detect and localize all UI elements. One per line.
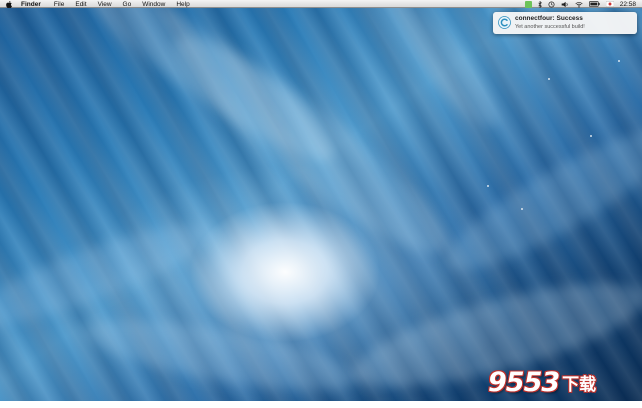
- wifi-icon[interactable]: [575, 0, 583, 8]
- apple-icon[interactable]: [6, 0, 13, 8]
- menu-bar: Finder File Edit View Go Window Help 22:…: [0, 0, 642, 8]
- menu-window[interactable]: Window: [142, 1, 165, 8]
- watermark-text: 下载: [562, 374, 597, 395]
- desktop-wallpaper: [0, 0, 642, 408]
- notification-banner[interactable]: connectfour: Success Yet another success…: [493, 12, 637, 34]
- menu-go[interactable]: Go: [123, 1, 132, 8]
- menu-app-name[interactable]: Finder: [21, 1, 41, 8]
- app-status-icon[interactable]: [524, 0, 532, 8]
- menu-edit[interactable]: Edit: [75, 1, 86, 8]
- menu-clock[interactable]: 22:58: [620, 1, 636, 8]
- battery-icon[interactable]: [588, 0, 600, 8]
- watermark-digits: 9553: [488, 366, 560, 398]
- bluetooth-icon[interactable]: [538, 0, 542, 8]
- time-machine-icon[interactable]: [548, 0, 555, 8]
- volume-icon[interactable]: [561, 0, 569, 8]
- circular-app-icon: [498, 16, 511, 29]
- menu-view[interactable]: View: [98, 1, 112, 8]
- notification-title: connectfour: Success: [515, 15, 583, 22]
- watermark-logo: 9553 下载: [488, 366, 638, 398]
- flag-icon[interactable]: [605, 0, 614, 8]
- notification-body: Yet another successful build!: [515, 24, 585, 30]
- menu-help[interactable]: Help: [176, 1, 189, 8]
- menu-file[interactable]: File: [54, 1, 64, 8]
